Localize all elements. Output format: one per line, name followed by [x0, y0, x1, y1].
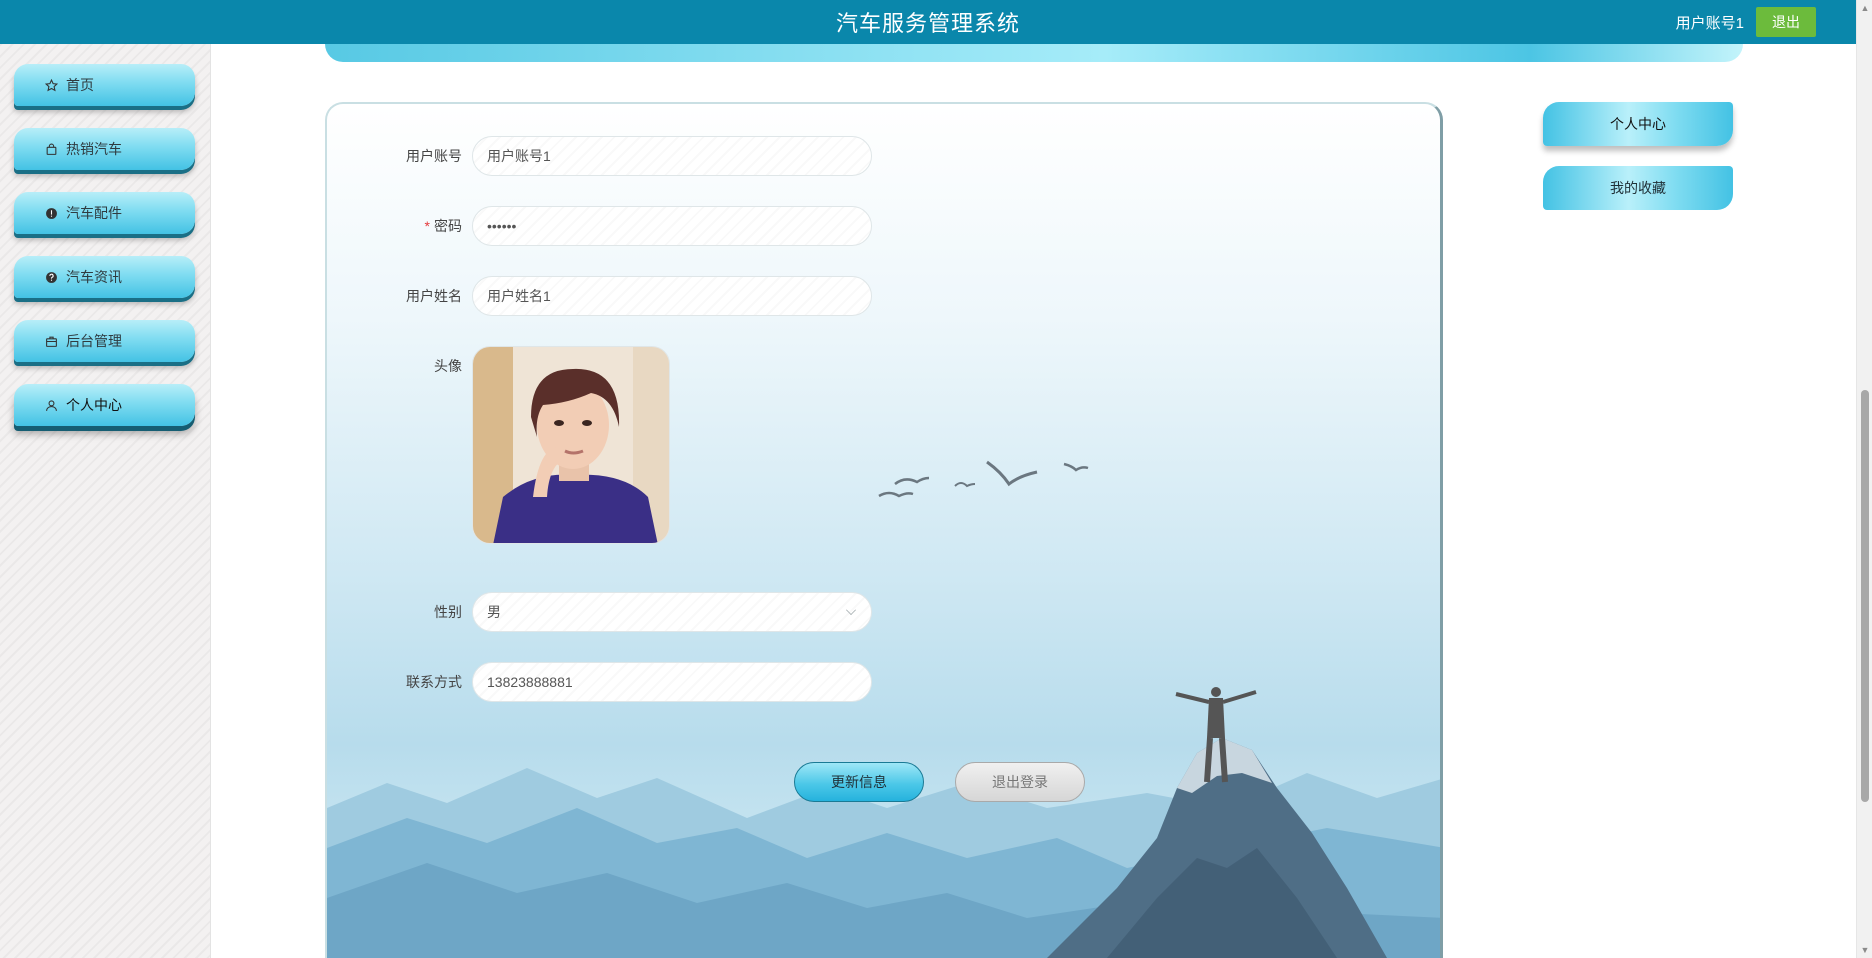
logout-button[interactable]: 退出 [1756, 7, 1816, 37]
account-label: 用户账号 [406, 148, 462, 164]
birds-decoration [878, 460, 1089, 498]
name-label: 用户姓名 [406, 288, 462, 304]
gender-select[interactable]: 男 [472, 592, 872, 632]
sidebar-item-admin[interactable]: 后台管理 [14, 320, 195, 362]
app-title: 汽车服务管理系统 [835, 11, 1020, 36]
sidebar-item-label: 个人中心 [66, 397, 122, 413]
sidebar-item-label: 热销汽车 [66, 141, 122, 157]
gender-label: 性别 [434, 604, 462, 620]
user-area: 用户账号1 退出 [1676, 0, 1816, 44]
avatar-row: 头像 [327, 346, 670, 544]
left-sidebar: 首页 热销汽车 汽车配件 汽车资讯 后台管理 个人中心 [0, 44, 211, 958]
question-circle-icon [44, 270, 58, 284]
star-icon [44, 78, 58, 92]
mountain-landscape [327, 738, 1440, 958]
sidebar-item-label: 首页 [66, 77, 94, 93]
top-header: 汽车服务管理系统 用户账号1 退出 [0, 0, 1856, 44]
avatar-label: 头像 [434, 358, 462, 374]
briefcase-icon [44, 334, 58, 348]
name-row: 用户姓名 [327, 276, 872, 316]
scrollbar-thumb[interactable] [1861, 390, 1869, 802]
profile-form-card: 用户账号 *密码 用户姓名 头像 [325, 102, 1443, 958]
banner-strip [325, 44, 1743, 62]
right-nav-personal-center[interactable]: 个人中心 [1543, 102, 1733, 146]
avatar-image [473, 347, 669, 543]
scroll-down-icon[interactable]: ▼ [1857, 942, 1872, 958]
account-input[interactable] [472, 136, 872, 176]
phone-row: 联系方式 [327, 662, 872, 702]
logout-account-button[interactable]: 退出登录 [955, 762, 1085, 802]
name-input[interactable] [472, 276, 872, 316]
gender-selected-value: 男 [472, 592, 872, 632]
required-asterisk: * [424, 218, 430, 234]
bag-icon [44, 142, 58, 156]
update-info-button[interactable]: 更新信息 [794, 762, 924, 802]
password-row: * 密码 [327, 206, 872, 246]
sidebar-item-home[interactable]: 首页 [14, 64, 195, 106]
current-username: 用户账号1 [1675, 14, 1744, 32]
scroll-up-icon[interactable]: ▲ [1857, 0, 1872, 16]
sidebar-item-label: 后台管理 [66, 333, 122, 349]
right-nav-favorites[interactable]: 我的收藏 [1543, 166, 1733, 210]
phone-input[interactable] [472, 662, 872, 702]
info-circle-icon [44, 206, 58, 220]
gender-row: 性别 男 [327, 592, 872, 632]
sidebar-item-personal-center[interactable]: 个人中心 [14, 384, 195, 426]
sidebar-item-label: 汽车资讯 [66, 269, 122, 285]
phone-label: 联系方式 [406, 674, 462, 690]
password-label: * 密码 [424, 218, 462, 234]
person-on-summit [1175, 687, 1257, 783]
sidebar-item-label: 汽车配件 [66, 205, 122, 221]
avatar-upload[interactable] [472, 346, 670, 544]
account-row: 用户账号 [327, 136, 872, 176]
password-input[interactable] [472, 206, 872, 246]
vertical-scrollbar[interactable]: ▲ ▼ [1856, 0, 1872, 958]
sidebar-item-car-parts[interactable]: 汽车配件 [14, 192, 195, 234]
user-icon [44, 398, 58, 412]
sidebar-item-car-news[interactable]: 汽车资讯 [14, 256, 195, 298]
sidebar-item-hot-cars[interactable]: 热销汽车 [14, 128, 195, 170]
